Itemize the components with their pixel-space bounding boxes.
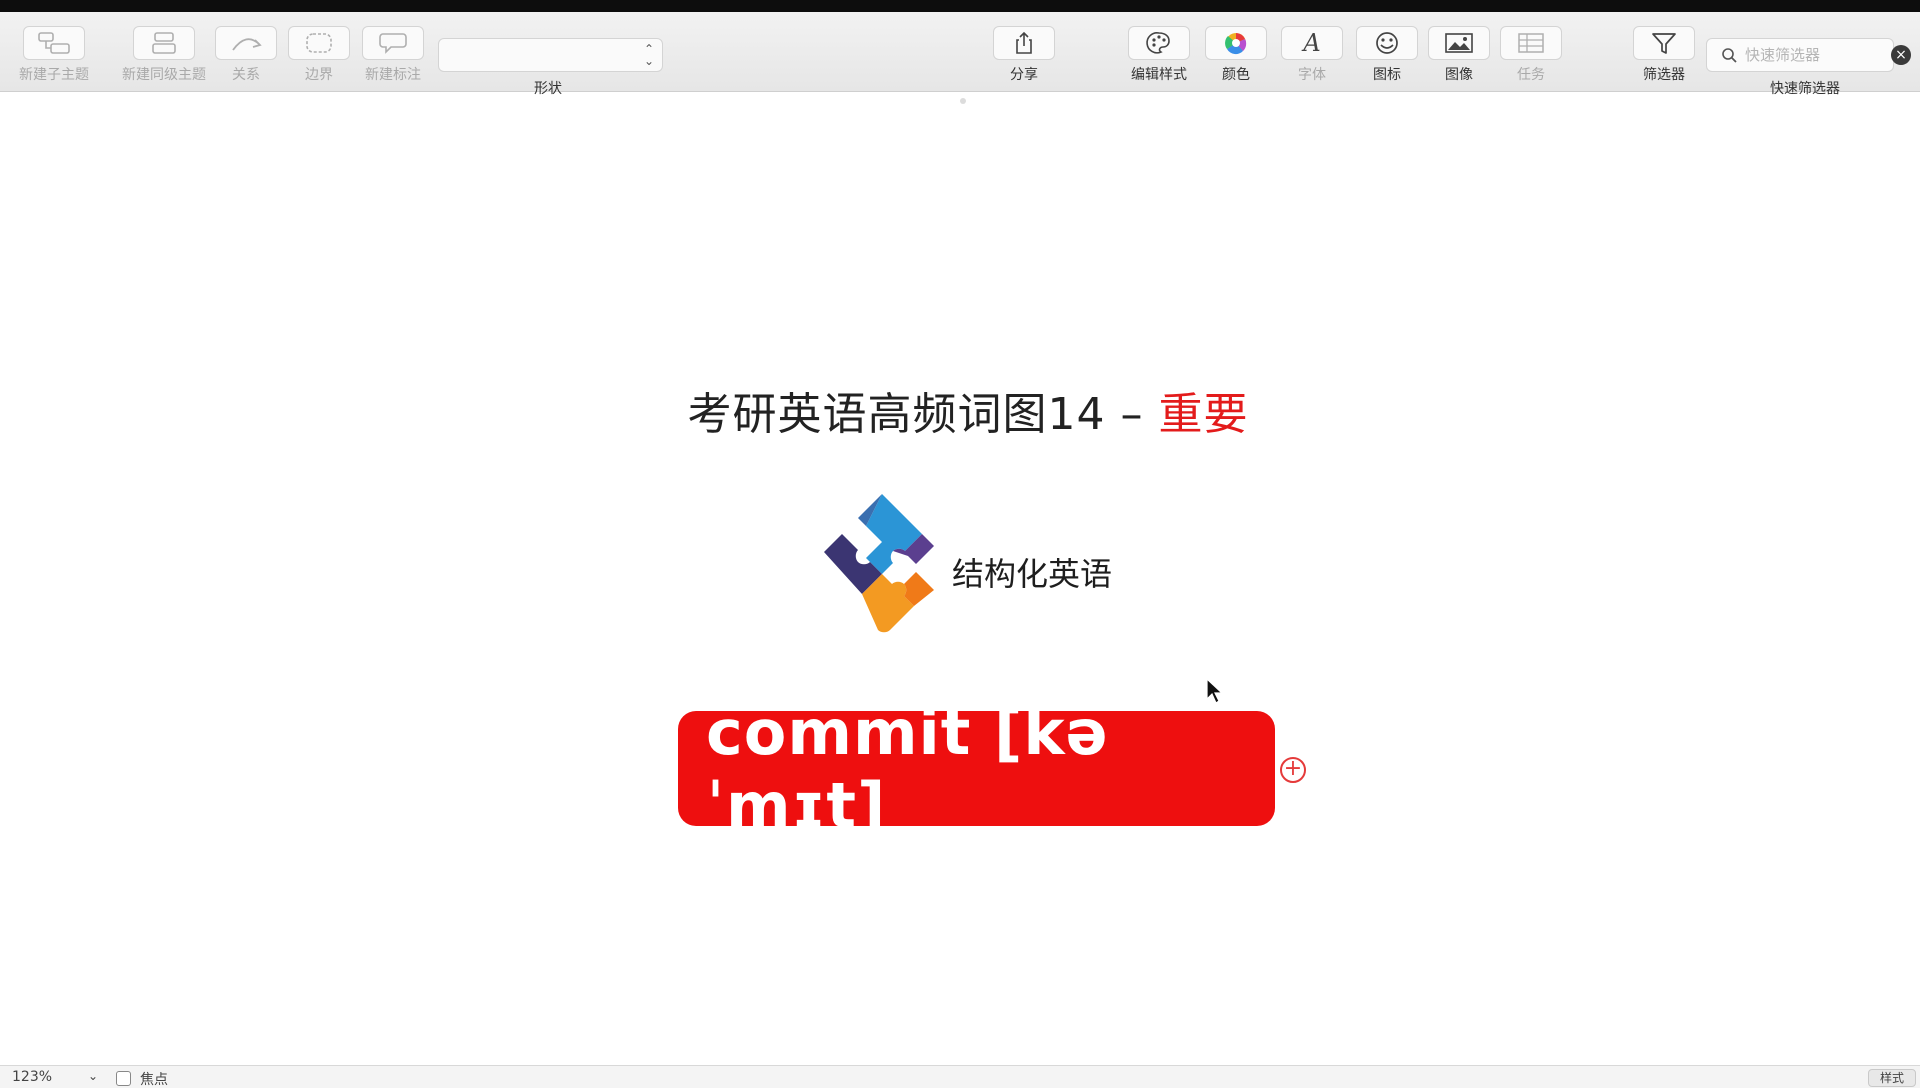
page-title[interactable]: 考研英语高频词图14 – 重要 [0,378,1920,442]
boundary-label: 边界 [305,67,333,83]
color-wheel-icon [1225,33,1247,55]
callout-bubble-icon [379,33,407,54]
edit-style-tool[interactable]: 编辑样式 [1128,26,1190,84]
share-icon [1016,31,1032,54]
toolbar: 新建子主题 新建同级主题 关系 边界 新建标注 ⌃ ⌄ 形状 分享 编辑样式 颜… [0,12,1920,97]
zoom-level[interactable]: 123% [12,1069,52,1085]
task-label: 任务 [1517,67,1545,83]
title-main-text: 考研英语高频词图14 – [687,389,1159,440]
color-label: 颜色 [1222,67,1250,83]
relation-button[interactable] [215,26,277,60]
relation-tool[interactable]: 关系 [215,26,277,84]
filter-label: 筛选器 [1643,67,1685,83]
picture-icon [1445,33,1473,53]
logo-text: 结构化英语 [952,555,1113,593]
boundary-icon [306,33,332,53]
image-tool[interactable]: 图像 [1428,26,1490,84]
style-panel-button[interactable]: 样式 [1868,1069,1916,1087]
icon-label: 图标 [1373,67,1401,83]
edit-style-label: 编辑样式 [1131,67,1187,83]
central-topic[interactable]: commit [kəˈmɪt] [678,696,1275,842]
share-button[interactable] [993,26,1055,60]
palette-icon [1146,32,1170,54]
icon-button[interactable] [1356,26,1418,60]
new-callout-button[interactable] [362,26,424,60]
title-highlight-text: 重要 [1158,389,1249,440]
font-button[interactable]: A [1281,26,1343,60]
subtopic-icon [38,32,70,54]
new-sibling-tool[interactable]: 新建同级主题 [122,26,206,84]
sibling-topic-icon [152,32,176,54]
task-tool[interactable]: 任务 [1500,26,1562,84]
focus-checkbox[interactable] [116,1071,131,1086]
quick-filter-search[interactable] [1706,38,1894,72]
share-label: 分享 [1010,67,1038,83]
smiley-icon [1376,32,1398,54]
new-subtopic-button[interactable] [23,26,85,60]
relation-arrow-icon [232,38,262,51]
image-button[interactable] [1428,26,1490,60]
shape-select[interactable]: ⌃ ⌄ [438,38,663,72]
add-subtopic-icon[interactable]: + [1280,757,1306,783]
canvas-center-marker [960,98,966,104]
color-button[interactable] [1205,26,1267,60]
boundary-tool[interactable]: 边界 [288,26,350,84]
funnel-icon [1652,33,1676,54]
task-grid-icon [1518,33,1544,53]
clear-search-icon[interactable]: × [1891,45,1911,65]
font-tool[interactable]: A 字体 [1281,26,1343,84]
puzzle-logo-icon [824,494,934,633]
zoom-dropdown-icon[interactable]: ⌄ [88,1069,98,1083]
topic-text: commit [kəˈmɪt] [706,695,1109,842]
icon-tool[interactable]: 图标 [1356,26,1418,84]
new-subtopic-label: 新建子主题 [19,67,89,83]
new-callout-label: 新建标注 [365,67,421,83]
color-tool[interactable]: 颜色 [1205,26,1267,84]
share-tool[interactable]: 分享 [993,26,1055,84]
status-bar: 123% ⌄ 焦点 样式 [0,1065,1920,1088]
font-a-icon: A [1303,29,1321,57]
new-callout-tool[interactable]: 新建标注 [362,26,424,84]
new-sibling-button[interactable] [133,26,195,60]
quick-filter-input[interactable] [1743,45,1877,65]
font-label: 字体 [1298,67,1326,83]
focus-label: 焦点 [140,1072,168,1088]
task-button[interactable] [1500,26,1562,60]
new-sibling-label: 新建同级主题 [122,67,206,83]
mouse-cursor-icon [1206,677,1224,704]
edit-style-button[interactable] [1128,26,1190,60]
filter-button[interactable] [1633,26,1695,60]
boundary-button[interactable] [288,26,350,60]
search-icon [1722,48,1737,63]
window-top-bar [0,0,1920,12]
select-arrows-icon: ⌃ ⌄ [643,42,654,68]
image-label: 图像 [1445,67,1473,83]
filter-tool[interactable]: 筛选器 [1633,26,1695,84]
new-subtopic-tool[interactable]: 新建子主题 [19,26,89,84]
relation-label: 关系 [232,67,260,83]
